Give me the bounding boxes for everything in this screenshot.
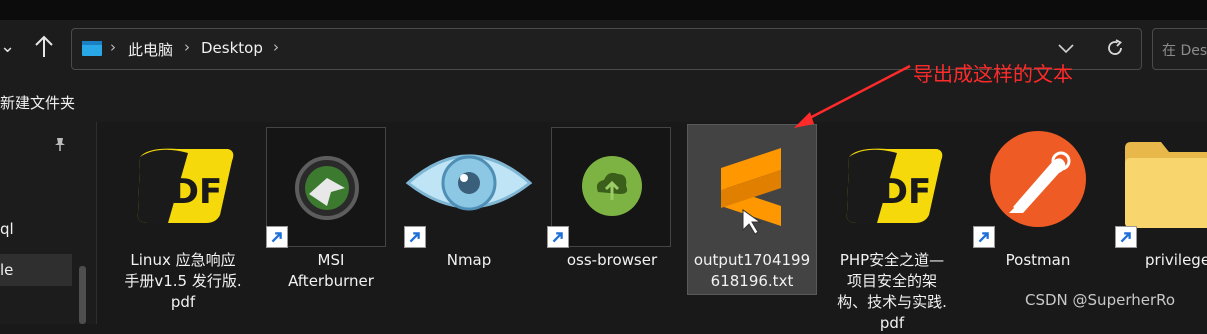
file-label: Nmap	[446, 251, 492, 269]
file-label: Linux 应急响应 手册v1.5 发行版. pdf	[124, 251, 242, 311]
file-label: oss-browser	[566, 251, 658, 269]
sidebar-item-selected[interactable]: le	[0, 254, 72, 286]
new-folder-button[interactable]: 新建文件夹	[0, 92, 75, 113]
title-strip	[0, 0, 1207, 20]
file-item-php-pdf[interactable]: PDF PHP安全之道— 项目安全的架 构、技术与实践. pdf	[827, 122, 957, 332]
file-item-oss-browser[interactable]: oss-browser	[547, 122, 677, 324]
command-bar: 新建文件夹	[0, 82, 1207, 123]
shortcut-arrow-icon	[404, 226, 426, 248]
file-label: MSI Afterburner	[288, 251, 374, 290]
sidebar-scrollbar[interactable]	[79, 266, 86, 324]
this-pc-icon	[82, 41, 102, 56]
sidebar-item[interactable]: ql	[0, 220, 14, 238]
pin-icon[interactable]	[52, 136, 68, 152]
breadcrumb-separator[interactable]: ›	[273, 38, 279, 56]
svg-text:PDF: PDF	[146, 172, 222, 212]
up-arrow-icon[interactable]	[32, 33, 56, 61]
file-label: PHP安全之道— 项目安全的架 构、技术与实践. pdf	[837, 251, 947, 332]
shortcut-arrow-icon	[266, 226, 288, 248]
shortcut-arrow-icon	[1115, 226, 1137, 248]
pdf-icon: PDF	[846, 148, 943, 223]
breadcrumb-desktop[interactable]: Desktop	[201, 39, 263, 57]
annotation-arrow	[794, 64, 911, 128]
file-item-msi-afterburner[interactable]: MSI Afterburner	[266, 122, 396, 324]
svg-text:PDF: PDF	[855, 172, 931, 212]
thumbnail-frame	[551, 127, 671, 247]
nmap-eye-icon	[405, 154, 533, 211]
breadcrumb-this-pc[interactable]: 此电脑	[128, 39, 173, 60]
search-input[interactable]: 在 Desktop	[1152, 28, 1207, 70]
file-item-linux-pdf[interactable]: PDF Linux 应急响应 手册v1.5 发行版. pdf	[118, 122, 248, 324]
file-item-output-txt[interactable]: output1704199 618196.txt	[687, 122, 817, 324]
sublime-text-icon	[721, 148, 781, 235]
breadcrumb-separator: ›	[184, 38, 190, 56]
breadcrumb-separator: ›	[110, 38, 116, 56]
chevron-down-icon[interactable]	[1057, 39, 1075, 57]
pdf-icon: PDF	[137, 148, 234, 223]
file-label: output1704199 618196.txt	[693, 251, 811, 290]
oss-browser-icon	[582, 156, 642, 216]
watermark: CSDN @SuperherRo	[1025, 291, 1176, 309]
annotation-text: 导出成这样的文本	[913, 62, 1073, 86]
file-item-nmap[interactable]: Nmap	[404, 122, 534, 324]
file-label: Postman	[1005, 251, 1071, 269]
shortcut-arrow-icon	[547, 226, 569, 248]
search-placeholder: 在 Desktop	[1162, 43, 1207, 59]
shortcut-arrow-icon	[973, 226, 995, 248]
nav-history-chevron-icon[interactable]: ⌄	[0, 36, 15, 57]
refresh-icon[interactable]	[1105, 38, 1125, 58]
folder-icon	[1125, 142, 1207, 228]
msi-afterburner-icon	[295, 156, 359, 220]
file-label: privilege	[1145, 251, 1207, 269]
postman-icon	[990, 131, 1086, 227]
navigation-pane: ql le	[0, 122, 97, 324]
